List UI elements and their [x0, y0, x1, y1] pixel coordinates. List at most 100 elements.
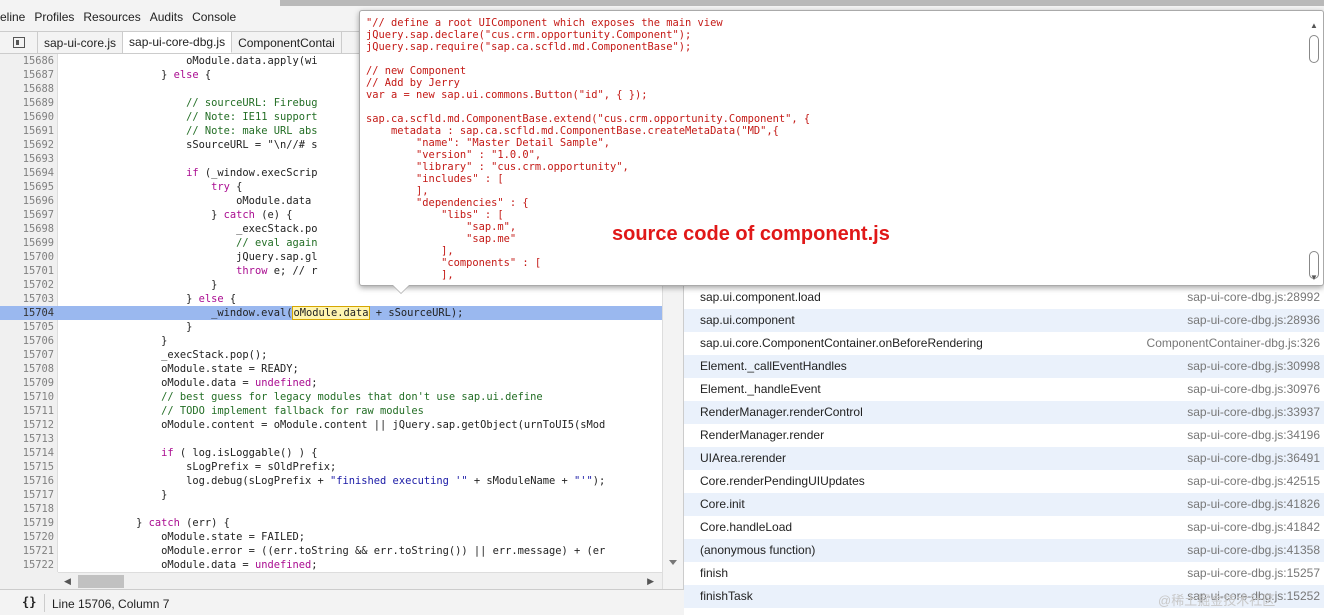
- menu-item[interactable]: Console: [192, 10, 236, 24]
- call-frame-location[interactable]: sap-ui-core-dbg.js:41842: [1187, 516, 1320, 539]
- line-number[interactable]: 15710: [0, 390, 54, 404]
- collapse-arrow-icon[interactable]: [669, 560, 677, 565]
- call-frame-location[interactable]: sap-ui-core-dbg.js:41358: [1187, 539, 1320, 562]
- call-frame-location[interactable]: sap-ui-core-dbg.js:41826: [1187, 493, 1320, 516]
- line-number[interactable]: 15711: [0, 404, 54, 418]
- line-number[interactable]: 15699: [0, 236, 54, 250]
- call-frame-location[interactable]: sap-ui-core-dbg.js:30998: [1187, 355, 1320, 378]
- call-frame[interactable]: UIArea.rerender sap-ui-core-dbg.js:36491: [684, 447, 1324, 470]
- code-line[interactable]: 15714 if ( log.isLoggable() ) {: [0, 446, 662, 460]
- line-number[interactable]: 15687: [0, 68, 54, 82]
- top-scrollbar[interactable]: [280, 0, 1324, 6]
- scroll-left-icon[interactable]: ◀: [64, 576, 71, 587]
- line-number[interactable]: 15705: [0, 320, 54, 334]
- menu-item[interactable]: Resources: [83, 10, 140, 24]
- line-number[interactable]: 15700: [0, 250, 54, 264]
- line-number[interactable]: 15722: [0, 558, 54, 572]
- code-line[interactable]: 15706 }: [0, 334, 662, 348]
- line-number[interactable]: 15715: [0, 460, 54, 474]
- call-frame-location[interactable]: sap-ui-core-dbg.js:33937: [1187, 401, 1320, 424]
- line-number[interactable]: 15686: [0, 54, 54, 68]
- menu-item[interactable]: Profiles: [34, 10, 74, 24]
- code-line[interactable]: 15718: [0, 502, 662, 516]
- call-frame[interactable]: Element._handleEvent sap-ui-core-dbg.js:3…: [684, 378, 1324, 401]
- line-number[interactable]: 15707: [0, 348, 54, 362]
- line-number[interactable]: 15704: [0, 306, 54, 320]
- menu-item[interactable]: eline: [0, 10, 25, 24]
- editor-horizontal-scrollbar[interactable]: ◀ ▶: [58, 572, 662, 589]
- code-line[interactable]: 15711 // TODO implement fallback for raw…: [0, 404, 662, 418]
- line-number[interactable]: 15697: [0, 208, 54, 222]
- menu-item[interactable]: Audits: [150, 10, 183, 24]
- line-number[interactable]: 15688: [0, 82, 54, 96]
- line-number[interactable]: 15716: [0, 474, 54, 488]
- call-frame-location[interactable]: sap-ui-core-dbg.js:28936: [1187, 309, 1320, 332]
- call-frame[interactable]: (anonymous function) sap-ui-core-dbg.js:4…: [684, 539, 1324, 562]
- line-number[interactable]: 15708: [0, 362, 54, 376]
- code-line[interactable]: 15712 oModule.content = oModule.content …: [0, 418, 662, 432]
- call-frame[interactable]: finish sap-ui-core-dbg.js:15257: [684, 562, 1324, 585]
- code-line[interactable]: 15719 } catch (err) {: [0, 516, 662, 530]
- code-line[interactable]: 15713: [0, 432, 662, 446]
- code-line[interactable]: 15708 oModule.state = READY;: [0, 362, 662, 376]
- code-line[interactable]: 15710 // best guess for legacy modules t…: [0, 390, 662, 404]
- call-frame-location[interactable]: sap-ui-core-dbg.js:15257: [1187, 562, 1320, 585]
- line-number[interactable]: 15693: [0, 152, 54, 166]
- call-frame[interactable]: sap.ui.core.ComponentContainer.onBeforeR…: [684, 332, 1324, 355]
- line-number[interactable]: 15713: [0, 432, 54, 446]
- line-number[interactable]: 15690: [0, 110, 54, 124]
- line-number[interactable]: 15720: [0, 530, 54, 544]
- call-frame-location[interactable]: sap-ui-core-dbg.js:30976: [1187, 378, 1320, 401]
- code-line[interactable]: 15705 }: [0, 320, 662, 334]
- line-number[interactable]: 15689: [0, 96, 54, 110]
- scrollbar-thumb[interactable]: [78, 575, 124, 588]
- line-number[interactable]: 15696: [0, 194, 54, 208]
- code-line[interactable]: 15720 oModule.state = FAILED;: [0, 530, 662, 544]
- call-frame-location[interactable]: sap-ui-core-dbg.js:42515: [1187, 470, 1320, 493]
- code-line[interactable]: 15722 oModule.data = undefined;: [0, 558, 662, 572]
- popover-scrollbar-thumb[interactable]: [1309, 35, 1319, 63]
- call-frame-location[interactable]: sap-ui-core-dbg.js:36491: [1187, 447, 1320, 470]
- line-number[interactable]: 15709: [0, 376, 54, 390]
- code-line[interactable]: 15703 } else {: [0, 292, 662, 306]
- code-line[interactable]: 15717 }: [0, 488, 662, 502]
- call-frame-location[interactable]: sap-ui-core-dbg.js:28992: [1187, 286, 1320, 309]
- tab-file[interactable]: sap-ui-core.js: [38, 32, 124, 53]
- line-number[interactable]: 15695: [0, 180, 54, 194]
- call-frame[interactable]: Element._callEventHandles sap-ui-core-dbg…: [684, 355, 1324, 378]
- call-frame-location[interactable]: ComponentContainer-dbg.js:326: [1147, 332, 1320, 355]
- scroll-down-icon[interactable]: ▼: [1310, 273, 1318, 282]
- highlighted-code-line[interactable]: 15704 _window.eval(oModule.data + sSourc…: [0, 306, 662, 320]
- navigator-toggle-button[interactable]: [0, 32, 38, 53]
- line-number[interactable]: 15691: [0, 124, 54, 138]
- call-frame[interactable]: sap.ui.component.load sap-ui-core-dbg.js:…: [684, 286, 1324, 309]
- scroll-up-icon[interactable]: ▲: [1310, 21, 1318, 30]
- pretty-print-button[interactable]: {}: [22, 595, 36, 609]
- line-number[interactable]: 15694: [0, 166, 54, 180]
- code-line[interactable]: 15707 _execStack.pop();: [0, 348, 662, 362]
- tab-file[interactable]: ComponentContai: [232, 32, 342, 53]
- call-frame[interactable]: Core.handleLoad sap-ui-core-dbg.js:41842: [684, 516, 1324, 539]
- line-number[interactable]: 15721: [0, 544, 54, 558]
- call-frame[interactable]: RenderManager.renderControl sap-ui-core-d…: [684, 401, 1324, 424]
- call-frame[interactable]: sap.ui.component sap-ui-core-dbg.js:28936: [684, 309, 1324, 332]
- line-number[interactable]: 15706: [0, 334, 54, 348]
- line-number[interactable]: 15712: [0, 418, 54, 432]
- line-number[interactable]: 15701: [0, 264, 54, 278]
- line-number[interactable]: 15717: [0, 488, 54, 502]
- call-frame[interactable]: Core.renderPendingUIUpdates sap-ui-core-d…: [684, 470, 1324, 493]
- line-number[interactable]: 15719: [0, 516, 54, 530]
- line-number[interactable]: 15698: [0, 222, 54, 236]
- code-line[interactable]: 15715 sLogPrefix = sOldPrefix;: [0, 460, 662, 474]
- line-number[interactable]: 15702: [0, 278, 54, 292]
- code-line[interactable]: 15716 log.debug(sLogPrefix + "finished e…: [0, 474, 662, 488]
- call-frame-location[interactable]: sap-ui-core-dbg.js:34196: [1187, 424, 1320, 447]
- popover-vertical-scrollbar[interactable]: ▲ ▼: [1309, 21, 1319, 283]
- code-line[interactable]: 15709 oModule.data = undefined;: [0, 376, 662, 390]
- line-number[interactable]: 15692: [0, 138, 54, 152]
- line-number[interactable]: 15703: [0, 292, 54, 306]
- call-frame[interactable]: RenderManager.render sap-ui-core-dbg.js:3…: [684, 424, 1324, 447]
- code-line[interactable]: 15721 oModule.error = ((err.toString && …: [0, 544, 662, 558]
- scroll-right-icon[interactable]: ▶: [647, 576, 654, 587]
- line-number[interactable]: 15718: [0, 502, 54, 516]
